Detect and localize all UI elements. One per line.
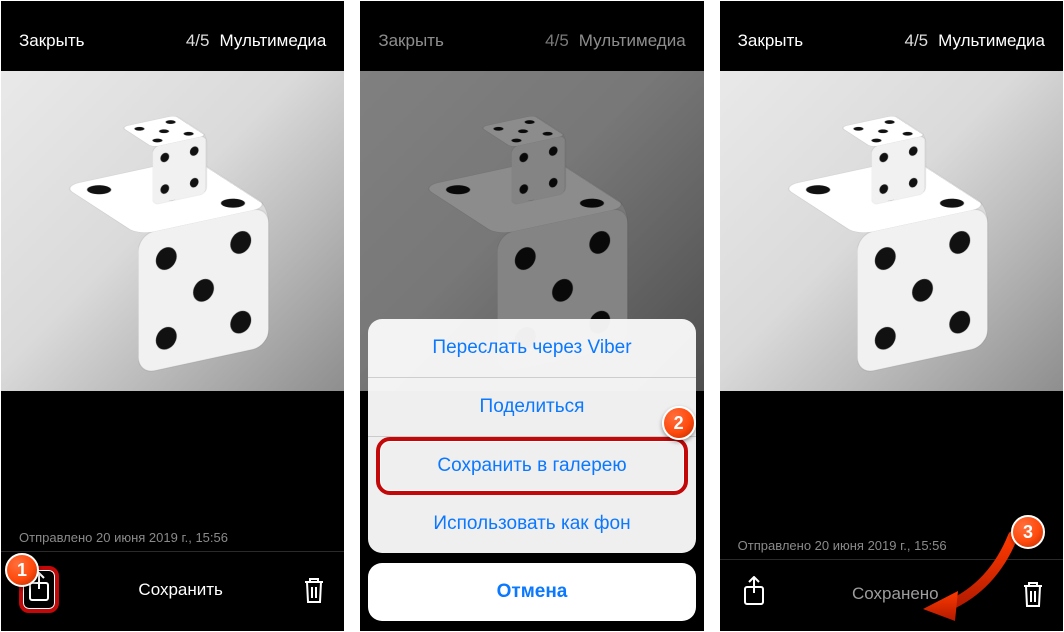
screenshot-step-1: Закрыть 4/5 Мультимедиа <box>1 1 344 631</box>
viewer-bottombar: Сохранить <box>1 552 344 631</box>
media-photo[interactable] <box>1 71 344 391</box>
media-counter: 4/5 <box>904 31 928 51</box>
step-badge-1: 1 <box>5 553 39 587</box>
screenshot-step-2: Закрыть 4/5 Мультимедиа <box>360 1 703 631</box>
sent-timestamp: Отправлено 20 июня 2019 г., 15:56 <box>1 530 344 552</box>
media-counter: 4/5 <box>186 31 210 51</box>
sheet-forward-viber[interactable]: Переслать через Viber <box>368 319 695 378</box>
step-badge-2: 2 <box>662 406 696 440</box>
sent-timestamp: Отправлено 20 июня 2019 г., 15:56 <box>720 538 1063 560</box>
screenshot-step-3: Закрыть 4/5 Мультимедиа <box>720 1 1063 631</box>
dice-small <box>137 125 191 194</box>
dice-big <box>101 182 231 349</box>
close-button[interactable]: Закрыть <box>378 31 443 51</box>
close-button[interactable]: Закрыть <box>19 31 84 51</box>
delete-button[interactable] <box>1021 580 1045 608</box>
multimedia-button[interactable]: Мультимедиа <box>579 31 686 51</box>
viewer-topbar: Закрыть 4/5 Мультимедиа <box>360 1 703 71</box>
media-photo[interactable] <box>720 71 1063 391</box>
sheet-save-to-gallery[interactable]: Сохранить в галерею <box>376 437 687 495</box>
media-counter: 4/5 <box>545 31 569 51</box>
trash-icon <box>302 576 326 604</box>
save-button[interactable]: Сохранить <box>138 580 222 600</box>
sheet-cancel[interactable]: Отмена <box>368 563 695 621</box>
saved-status-label: Сохранено <box>852 584 939 604</box>
sheet-share[interactable]: Поделиться <box>368 378 695 437</box>
viewer-topbar: Закрыть 4/5 Мультимедиа <box>720 1 1063 71</box>
sheet-use-as-wallpaper[interactable]: Использовать как фон <box>368 495 695 553</box>
share-button[interactable] <box>738 574 770 613</box>
multimedia-button[interactable]: Мультимедиа <box>219 31 326 51</box>
viewer-bottombar: Сохранено <box>720 560 1063 631</box>
close-button[interactable]: Закрыть <box>738 31 803 51</box>
trash-icon <box>1021 580 1045 608</box>
multimedia-button[interactable]: Мультимедиа <box>938 31 1045 51</box>
share-icon <box>742 576 766 606</box>
viewer-topbar: Закрыть 4/5 Мультимедиа <box>1 1 344 71</box>
action-sheet: Переслать через Viber Поделиться Сохрани… <box>360 309 703 631</box>
step-badge-3: 3 <box>1011 515 1045 549</box>
delete-button[interactable] <box>302 576 326 604</box>
